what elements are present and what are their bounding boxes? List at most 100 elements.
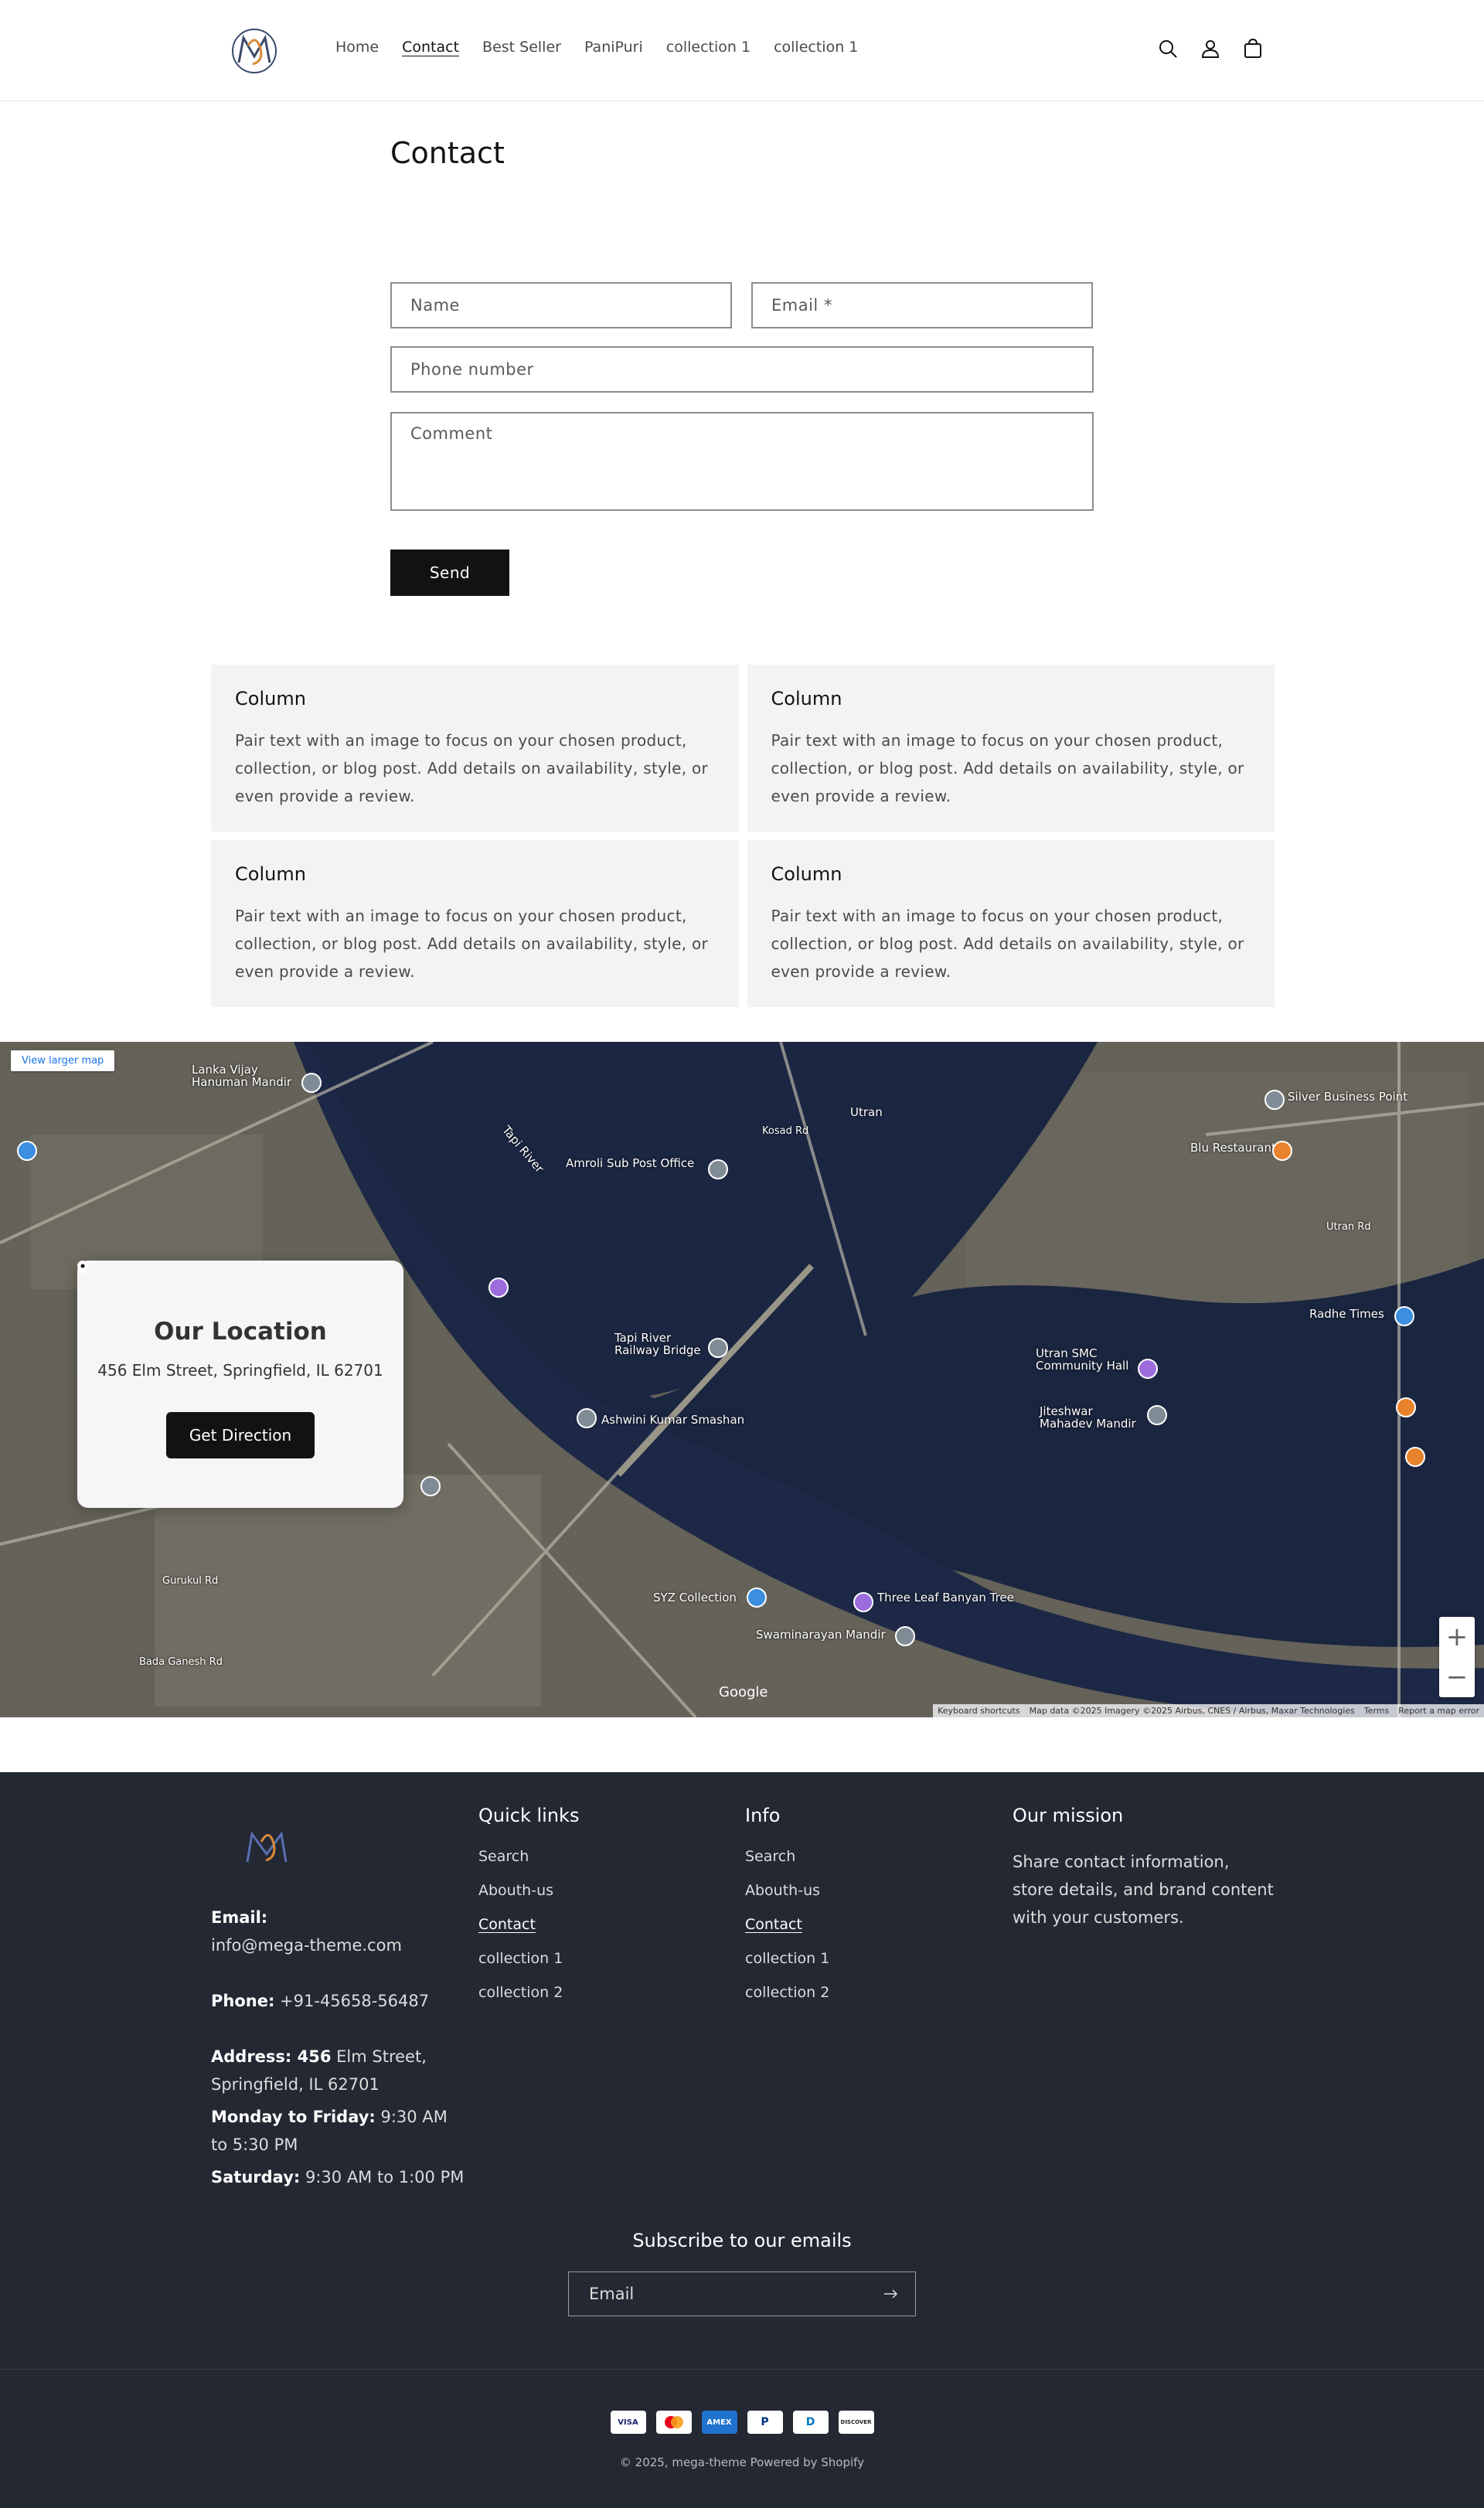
map-label: Swaminarayan Mandir	[756, 1628, 886, 1642]
zoom-controls: + −	[1439, 1617, 1475, 1697]
column-heading: Column	[771, 863, 842, 885]
contact-form: Name Email * Phone number Comment Send	[390, 282, 1094, 596]
map-pin-icon[interactable]	[420, 1476, 441, 1496]
mission-column: Our mission Share contact information, s…	[1013, 1805, 1275, 1931]
map-label: Ashwini Kumar Smashan	[601, 1413, 745, 1427]
terms-link[interactable]: Terms	[1364, 1706, 1389, 1716]
footer-link-collection-1[interactable]: collection 1	[478, 1950, 579, 1967]
site-footer: Email: info@mega-theme.com Phone: +91-456…	[0, 1772, 1484, 2508]
map-pin-icon[interactable]	[488, 1278, 509, 1298]
name-field[interactable]: Name	[390, 282, 732, 328]
map-pin-icon[interactable]	[17, 1141, 37, 1161]
map-pin-icon[interactable]	[301, 1073, 322, 1093]
map-pin-icon[interactable]	[1138, 1359, 1158, 1379]
footer-link-about[interactable]: Abouth-us	[478, 1882, 579, 1899]
map-label: Tapi River Railway Bridge	[614, 1331, 701, 1357]
footer-link-contact[interactable]: Contact	[478, 1916, 579, 1933]
discover-icon: DISCOVER	[838, 2411, 874, 2434]
column-heading: Column	[235, 688, 306, 710]
location-title: Our Location	[154, 1318, 327, 1346]
map-pin-icon[interactable]	[1405, 1447, 1425, 1467]
map-pin-icon[interactable]	[1147, 1405, 1167, 1425]
quick-links-column: Quick links Search Abouth-us Contact col…	[478, 1805, 579, 2018]
saturday-label: Saturday:	[211, 2168, 301, 2186]
mission-text: Share contact information, store details…	[1013, 1853, 1274, 1927]
map-label: Utran	[850, 1105, 883, 1119]
page-title: Contact	[390, 136, 505, 170]
footer-link-search[interactable]: Search	[478, 1848, 579, 1865]
info-link-collection-2[interactable]: collection 2	[745, 1984, 829, 2001]
email-value: info@mega-theme.com	[211, 1936, 402, 1955]
map-label: Amroli Sub Post Office	[566, 1156, 695, 1170]
arrow-right-icon[interactable]	[884, 2289, 898, 2299]
column-text: Pair text with an image to focus on your…	[235, 731, 709, 805]
nav-panipuri[interactable]: PaniPuri	[584, 39, 643, 56]
map-pin-icon[interactable]	[708, 1159, 728, 1179]
payment-icons: VISA AMEX P D DISCOVER	[0, 2411, 1484, 2434]
diners-icon: D	[792, 2411, 829, 2434]
search-icon[interactable]	[1156, 37, 1179, 60]
quick-links-title: Quick links	[478, 1805, 580, 1826]
phone-label: Phone:	[211, 1992, 275, 2010]
brand-logo[interactable]	[225, 26, 284, 77]
map-label: Lanka Vijay Hanuman Mandir	[192, 1063, 292, 1089]
nav-home[interactable]: Home	[335, 39, 379, 56]
comment-field[interactable]: Comment	[390, 412, 1094, 511]
address-label: Address: 456	[211, 2047, 332, 2066]
map-label: Utran SMC Community Hall	[1036, 1346, 1129, 1373]
email-field[interactable]: Email *	[751, 282, 1093, 328]
map-marker-icon	[77, 1261, 88, 1274]
map-pin-icon[interactable]	[577, 1408, 597, 1428]
map-pin-icon[interactable]	[1394, 1306, 1414, 1326]
map-pin-icon[interactable]	[895, 1626, 915, 1646]
map-embed[interactable]: Tapi River Amroli Sub Post Office Tapi R…	[0, 1042, 1484, 1717]
mission-title: Our mission	[1013, 1805, 1124, 1826]
nav-collection-1-b[interactable]: collection 1	[774, 39, 858, 56]
info-link-search[interactable]: Search	[745, 1848, 829, 1865]
footer-link-collection-2[interactable]: collection 2	[478, 1984, 579, 2001]
zoom-out-button[interactable]: −	[1439, 1657, 1475, 1697]
subscribe-email-input[interactable]: Email	[568, 2271, 916, 2316]
google-logo: Google	[719, 1684, 768, 1700]
phone-field[interactable]: Phone number	[390, 346, 1094, 393]
map-pin-icon[interactable]	[747, 1587, 767, 1608]
nav-collection-1[interactable]: collection 1	[666, 39, 751, 56]
footer-logo[interactable]	[240, 1819, 294, 1873]
account-icon[interactable]	[1199, 37, 1222, 60]
view-larger-map-link[interactable]: View larger map	[11, 1050, 115, 1071]
get-direction-label: Get Direction	[189, 1426, 292, 1445]
send-button[interactable]: Send	[390, 550, 509, 596]
info-link-about[interactable]: Abouth-us	[745, 1882, 829, 1899]
get-direction-button[interactable]: Get Direction	[77, 1261, 315, 1458]
column-heading: Column	[771, 688, 842, 710]
cart-icon[interactable]	[1241, 37, 1264, 60]
column-card: Column Pair text with an image to focus …	[747, 840, 1275, 1007]
map-label: Jiteshwar Mahadev Mandir	[1040, 1404, 1136, 1431]
map-pin-icon[interactable]	[1272, 1141, 1292, 1161]
map-pin-icon[interactable]	[708, 1338, 728, 1358]
info-link-contact[interactable]: Contact	[745, 1916, 829, 1933]
newsletter-section: Subscribe to our emails Email	[0, 2230, 1484, 2316]
footer-contact-info: Email: info@mega-theme.com Phone: +91-456…	[211, 1904, 466, 2196]
nav-best-seller[interactable]: Best Seller	[482, 39, 561, 56]
email-label: Email:	[211, 1908, 268, 1927]
zoom-in-button[interactable]: +	[1439, 1617, 1475, 1657]
subscribe-title: Subscribe to our emails	[632, 2230, 852, 2251]
info-title: Info	[745, 1805, 781, 1826]
map-pin-icon[interactable]	[1264, 1090, 1285, 1110]
location-card: Our Location 456 Elm Street, Springfield…	[77, 1261, 403, 1508]
column-text: Pair text with an image to focus on your…	[235, 907, 709, 981]
map-label: Bada Ganesh Rd	[139, 1656, 223, 1668]
map-pin-icon[interactable]	[853, 1592, 873, 1612]
nav-contact[interactable]: Contact	[402, 39, 459, 56]
map-label: Three Leaf Banyan Tree	[877, 1591, 1014, 1605]
map-pin-icon[interactable]	[1396, 1397, 1416, 1417]
keyboard-shortcuts-link[interactable]: Keyboard shortcuts	[938, 1706, 1020, 1716]
map-label: Kosad Rd	[762, 1125, 809, 1137]
columns-grid: Column Pair text with an image to focus …	[211, 665, 1275, 1007]
info-link-collection-1[interactable]: collection 1	[745, 1950, 829, 1967]
report-error-link[interactable]: Report a map error	[1398, 1706, 1479, 1716]
column-card: Column Pair text with an image to focus …	[211, 840, 739, 1007]
phone-value: +91-45658-56487	[280, 1992, 430, 2010]
main-nav: Home Contact Best Seller PaniPuri collec…	[335, 39, 858, 56]
